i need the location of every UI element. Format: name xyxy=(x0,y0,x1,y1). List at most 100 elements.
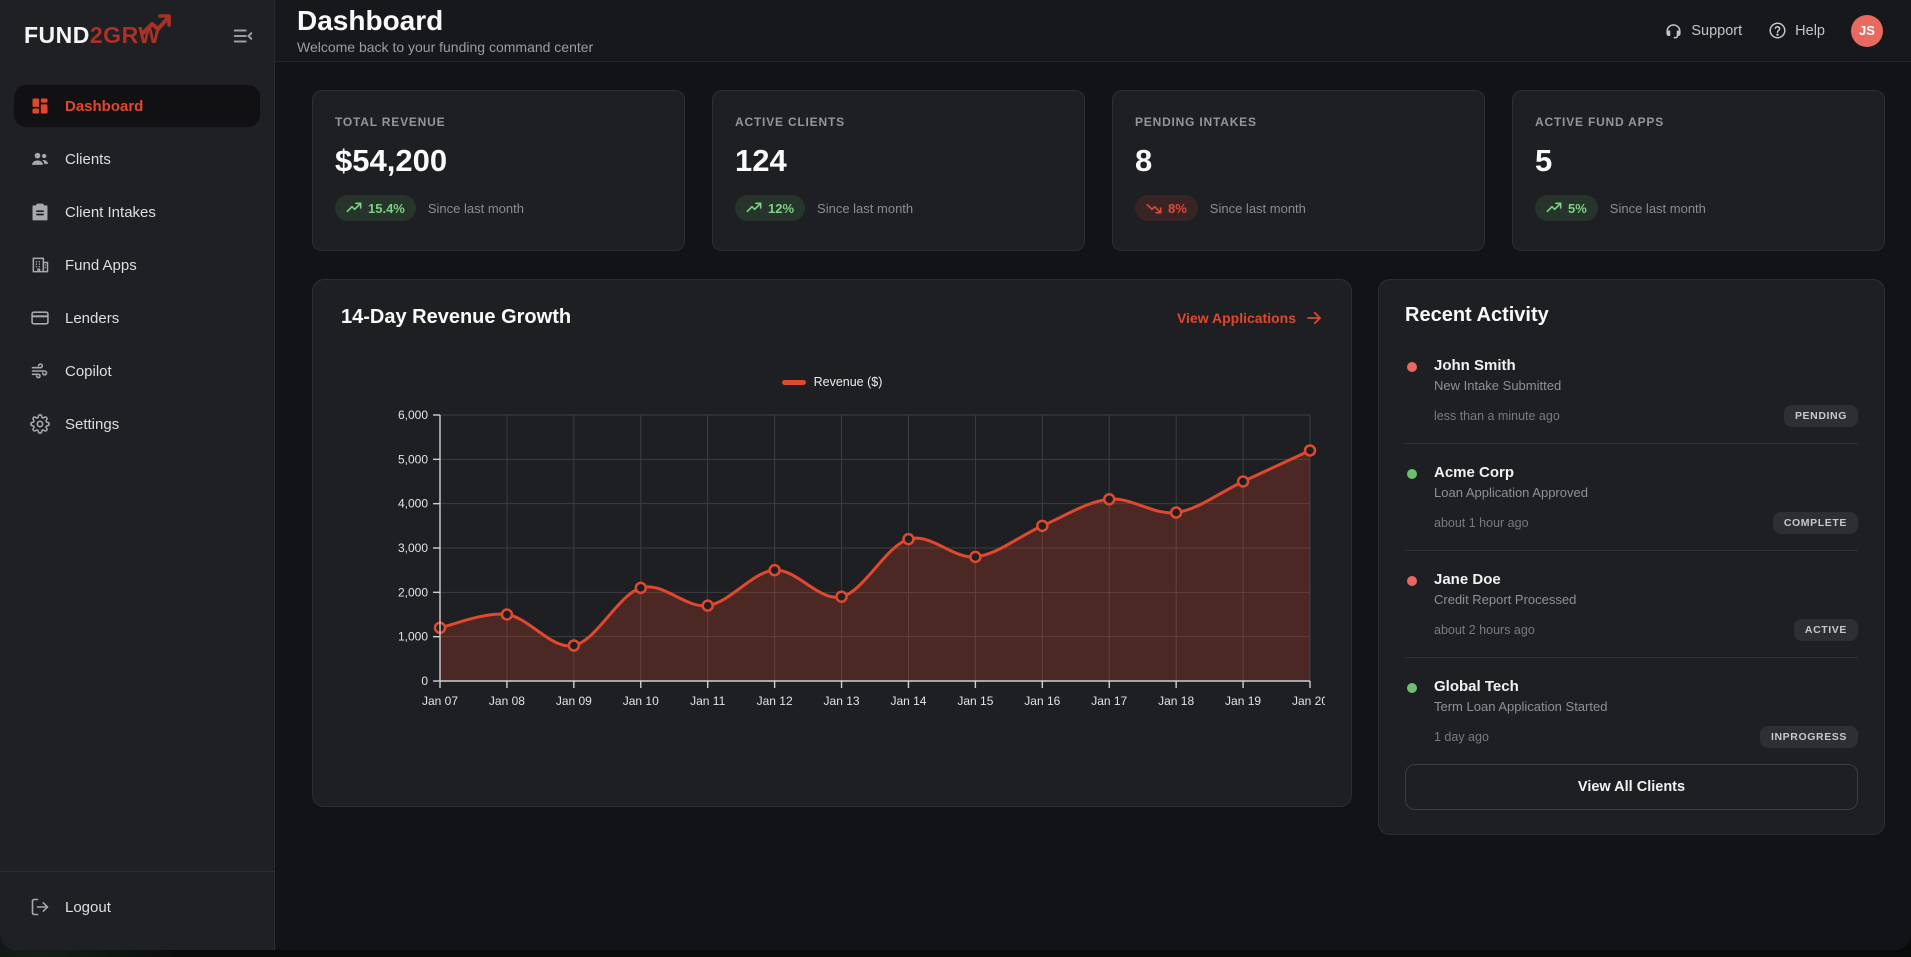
sidebar-item-label: Dashboard xyxy=(65,98,143,115)
svg-text:0: 0 xyxy=(421,674,428,688)
svg-text:Jan 14: Jan 14 xyxy=(890,694,926,708)
logout-button[interactable]: Logout xyxy=(14,886,260,928)
help-link[interactable]: Help xyxy=(1768,21,1825,40)
trend-value: 5% xyxy=(1568,201,1587,216)
activity-item: Global Tech Term Loan Application Starte… xyxy=(1405,668,1858,764)
top-bar: Dashboard Welcome back to your funding c… xyxy=(275,0,1911,62)
svg-text:Jan 15: Jan 15 xyxy=(957,694,993,708)
logo: FUND2GRW xyxy=(24,22,160,49)
svg-text:3,000: 3,000 xyxy=(398,541,428,555)
sidebar-footer: Logout xyxy=(0,871,274,950)
help-circle-icon xyxy=(1768,21,1787,40)
support-link[interactable]: Support xyxy=(1664,21,1742,40)
view-applications-label: View Applications xyxy=(1177,310,1296,326)
svg-text:Jan 20: Jan 20 xyxy=(1292,694,1325,708)
stat-label: ACTIVE CLIENTS xyxy=(735,115,1062,129)
status-badge: COMPLETE xyxy=(1773,512,1858,534)
logout-icon xyxy=(30,897,50,917)
svg-text:Jan 08: Jan 08 xyxy=(489,694,525,708)
activity-name: Acme Corp xyxy=(1434,464,1858,481)
arrow-right-icon xyxy=(1305,309,1323,327)
stat-caption: Since last month xyxy=(817,201,913,216)
activity-time: about 2 hours ago xyxy=(1434,623,1535,637)
status-dot xyxy=(1407,469,1417,479)
activity-time: 1 day ago xyxy=(1434,730,1489,744)
stat-value: $54,200 xyxy=(335,143,662,179)
revenue-chart-panel: 14-Day Revenue Growth View Applications … xyxy=(312,279,1352,807)
stat-label: TOTAL REVENUE xyxy=(335,115,662,129)
stat-value: 8 xyxy=(1135,143,1462,179)
svg-text:Jan 10: Jan 10 xyxy=(623,694,659,708)
sidebar-item-copilot[interactable]: Copilot xyxy=(14,350,260,392)
stat-card-total-revenue: TOTAL REVENUE $54,200 15.4% Since last m… xyxy=(312,90,685,251)
trending-up-icon xyxy=(1546,200,1562,216)
activity-name: Jane Doe xyxy=(1434,571,1858,588)
trending-down-icon xyxy=(1146,200,1162,216)
stat-label: PENDING INTAKES xyxy=(1135,115,1462,129)
dashboard-content: TOTAL REVENUE $54,200 15.4% Since last m… xyxy=(275,62,1911,835)
sidebar-item-lenders[interactable]: Lenders xyxy=(14,297,260,339)
page-title: Dashboard xyxy=(297,6,593,37)
logo-arrow-icon xyxy=(140,12,174,38)
sidebar-item-client-intakes[interactable]: Client Intakes xyxy=(14,191,260,233)
activity-description: Term Loan Application Started xyxy=(1434,699,1858,714)
sidebar-item-label: Lenders xyxy=(65,310,119,327)
sidebar-collapse-icon[interactable] xyxy=(232,25,254,47)
stat-value: 5 xyxy=(1535,143,1862,179)
stat-card-active-fund-apps: ACTIVE FUND APPS 5 5% Since last month xyxy=(1512,90,1885,251)
gear-icon xyxy=(30,414,50,434)
sidebar-item-clients[interactable]: Clients xyxy=(14,138,260,180)
trend-value: 8% xyxy=(1168,201,1187,216)
status-dot xyxy=(1407,683,1417,693)
activity-description: Credit Report Processed xyxy=(1434,592,1858,607)
status-badge: ACTIVE xyxy=(1794,619,1858,641)
activity-name: John Smith xyxy=(1434,357,1858,374)
view-all-clients-button[interactable]: View All Clients xyxy=(1405,764,1858,810)
trending-up-icon xyxy=(346,200,362,216)
divider xyxy=(1405,657,1858,658)
chart-legend: Revenue ($) xyxy=(341,375,1323,389)
stat-label: ACTIVE FUND APPS xyxy=(1535,115,1862,129)
stat-value: 124 xyxy=(735,143,1062,179)
sidebar-item-fund-apps[interactable]: Fund Apps xyxy=(14,244,260,286)
stat-card-pending-intakes: PENDING INTAKES 8 8% Since last month xyxy=(1112,90,1485,251)
activity-time: about 1 hour ago xyxy=(1434,516,1529,530)
sidebar-item-label: Clients xyxy=(65,151,111,168)
building-icon xyxy=(30,255,50,275)
sidebar-item-settings[interactable]: Settings xyxy=(14,403,260,445)
legend-swatch xyxy=(782,380,806,385)
main-area: Dashboard Welcome back to your funding c… xyxy=(275,0,1911,950)
user-avatar[interactable]: JS xyxy=(1851,15,1883,47)
activity-item: John Smith New Intake Submitted less tha… xyxy=(1405,347,1858,443)
sidebar-item-label: Fund Apps xyxy=(65,257,137,274)
svg-text:6,000: 6,000 xyxy=(398,408,428,422)
trending-up-icon xyxy=(746,200,762,216)
svg-text:4,000: 4,000 xyxy=(398,497,428,511)
dashboard-icon xyxy=(30,96,50,116)
view-applications-link[interactable]: View Applications xyxy=(1177,309,1323,327)
stat-caption: Since last month xyxy=(1210,201,1306,216)
svg-text:Jan 09: Jan 09 xyxy=(556,694,592,708)
activity-description: New Intake Submitted xyxy=(1434,378,1858,393)
svg-text:Jan 16: Jan 16 xyxy=(1024,694,1060,708)
credit-card-icon xyxy=(30,308,50,328)
revenue-line-chart: 01,0002,0003,0004,0005,0006,000Jan 07Jan… xyxy=(341,395,1325,725)
activity-item: Jane Doe Credit Report Processed about 2… xyxy=(1405,561,1858,657)
status-badge: INPROGRESS xyxy=(1760,726,1858,748)
trend-badge: 12% xyxy=(735,195,805,221)
recent-activity-panel: Recent Activity John Smith New Intake Su… xyxy=(1378,279,1885,835)
logo-text-fund: FUND xyxy=(24,22,90,48)
users-icon xyxy=(30,149,50,169)
trend-badge: 5% xyxy=(1535,195,1598,221)
svg-text:5,000: 5,000 xyxy=(398,452,428,466)
clipboard-icon xyxy=(30,202,50,222)
svg-text:Jan 12: Jan 12 xyxy=(757,694,793,708)
stat-caption: Since last month xyxy=(428,201,524,216)
svg-text:Jan 18: Jan 18 xyxy=(1158,694,1194,708)
activity-item: Acme Corp Loan Application Approved abou… xyxy=(1405,454,1858,550)
help-label: Help xyxy=(1795,23,1825,39)
chart-title: 14-Day Revenue Growth xyxy=(341,306,571,329)
divider xyxy=(1405,443,1858,444)
trend-badge: 8% xyxy=(1135,195,1198,221)
sidebar-item-dashboard[interactable]: Dashboard xyxy=(14,85,260,127)
